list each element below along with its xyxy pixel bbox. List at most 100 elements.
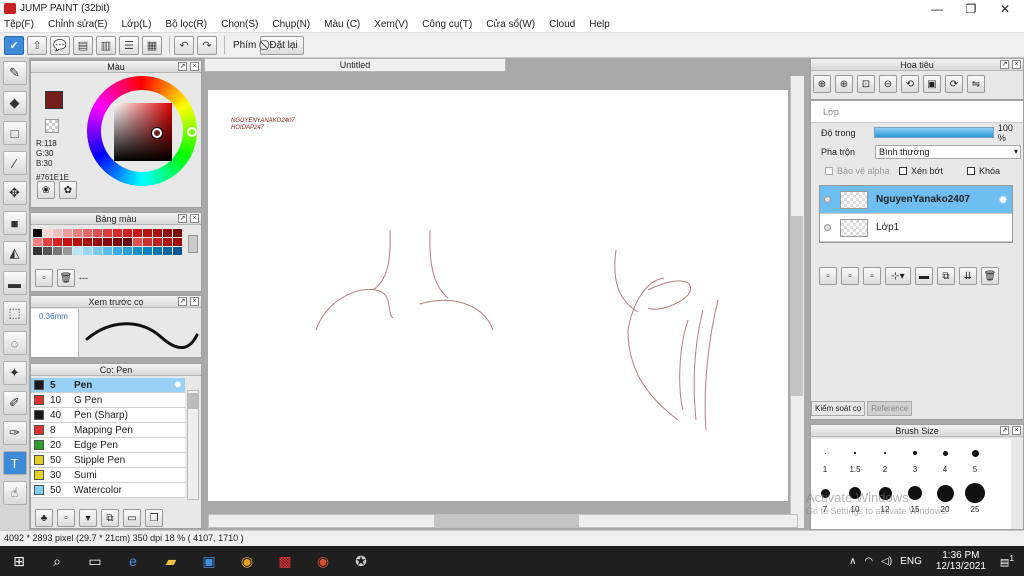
brush-item[interactable]: 5 Pen ✹ (31, 378, 185, 393)
brush-item[interactable]: 30 Sumi (31, 468, 185, 483)
search-icon[interactable]: ⌕ (38, 546, 76, 576)
brush-size-dot[interactable] (942, 450, 948, 456)
menu-capture[interactable]: Chụp(N) (272, 19, 310, 30)
text-tool-icon[interactable]: T (2, 451, 27, 475)
menu-layer[interactable]: Lớp(L) (122, 19, 152, 30)
brush-item[interactable]: 50 Stipple Pen (31, 453, 185, 468)
color-swatch[interactable] (153, 238, 162, 246)
color-swatch[interactable] (43, 247, 52, 255)
brush-size-dot[interactable] (908, 486, 922, 500)
color-swatch[interactable] (103, 247, 112, 255)
color-swatch[interactable] (73, 238, 82, 246)
menu-cloud[interactable]: Cloud (549, 19, 575, 30)
document-tab[interactable]: Untitled (204, 58, 506, 72)
blend-select[interactable]: Bình thường ▾ (875, 144, 1021, 159)
color-swatch[interactable] (63, 229, 72, 237)
color-swatch[interactable] (83, 229, 92, 237)
color-swatch[interactable] (53, 229, 62, 237)
copy-layer-icon[interactable]: ⧉ (937, 267, 955, 285)
chevron-up-icon[interactable]: ∧ (849, 556, 856, 567)
folder-brush-icon[interactable]: ▭ (123, 509, 141, 527)
color-swatch[interactable] (73, 229, 82, 237)
color-swatch[interactable] (83, 238, 92, 246)
reset-view-icon[interactable]: ▣ (923, 75, 941, 93)
close-panel-icon[interactable]: × (190, 297, 199, 306)
restore-button[interactable]: ❐ (954, 0, 988, 17)
color-swatch[interactable] (133, 229, 142, 237)
notification-icon[interactable]: ▤1 (1000, 553, 1014, 568)
copy-brush-icon[interactable]: ⧉ (101, 509, 119, 527)
brush-item[interactable]: 50 Watercolor (31, 483, 185, 498)
menu-view[interactable]: Xem(V) (374, 19, 408, 30)
line-tool-icon[interactable]: ∕ (2, 151, 27, 175)
brush-list-scroll-thumb[interactable] (188, 393, 198, 409)
color-swatch[interactable] (93, 229, 102, 237)
color-swatch[interactable] (173, 229, 182, 237)
protect-alpha-checkbox[interactable] (825, 167, 833, 175)
new-swatch-icon[interactable]: ▫ (35, 269, 53, 287)
color-swatch[interactable] (153, 247, 162, 255)
hue-picker-handle[interactable] (187, 127, 197, 137)
page-icon[interactable]: ▥ (96, 35, 116, 55)
tab-reference[interactable]: Reference (867, 401, 913, 416)
select-pen-tool-icon[interactable]: ✐ (2, 391, 27, 415)
brush-size-dot[interactable] (965, 483, 985, 503)
fill-rect-tool-icon[interactable]: ■ (2, 211, 27, 235)
network-icon[interactable]: ◠ (864, 556, 873, 567)
color-swatch[interactable] (73, 247, 82, 255)
color-swatch[interactable] (173, 238, 182, 246)
brush-size-dot[interactable] (824, 452, 826, 454)
clock[interactable]: 1:36 PM 12/13/2021 (936, 550, 986, 572)
menu-file[interactable]: Tệp(F) (4, 19, 34, 30)
comment-icon[interactable]: 💬 (50, 35, 70, 55)
color-swatch[interactable] (53, 247, 62, 255)
new-halftone-layer-icon[interactable]: ▫ (863, 267, 881, 285)
float-icon[interactable]: ↗ (178, 214, 187, 223)
main-color-swatch[interactable] (45, 91, 63, 109)
color-swatch[interactable] (133, 247, 142, 255)
color-swatch[interactable] (163, 247, 172, 255)
brush-item[interactable]: 10 G Pen (31, 393, 185, 408)
close-panel-icon[interactable]: × (1012, 60, 1021, 69)
select-eraser-tool-icon[interactable]: ✑ (2, 421, 27, 445)
menu-color[interactable]: Màu (C) (324, 19, 360, 30)
close-panel-icon[interactable]: × (190, 214, 199, 223)
brush-item[interactable]: 40 Pen (Sharp) (31, 408, 185, 423)
color-swatch[interactable] (43, 229, 52, 237)
chrome-icon[interactable]: ◉ (228, 546, 266, 576)
message-icon[interactable]: ▤ (73, 35, 93, 55)
grid-icon[interactable]: ▦ (142, 35, 162, 55)
hand-tool-icon[interactable]: ☝ (2, 481, 27, 505)
menu-edit[interactable]: Chỉnh sửa(E) (48, 19, 108, 30)
color-swatch[interactable] (153, 229, 162, 237)
menu-window[interactable]: Cửa sổ(W) (486, 19, 535, 30)
color-swatch[interactable] (53, 238, 62, 246)
brush-size-dot[interactable] (854, 452, 856, 454)
minimize-button[interactable]: — (920, 0, 954, 17)
brush-settings-icon[interactable]: ♣ (35, 509, 53, 527)
delete-layer-icon[interactable]: 🗑 (981, 267, 999, 285)
color-swatch[interactable] (103, 238, 112, 246)
zalo-icon[interactable]: ▣ (190, 546, 228, 576)
file-explorer-icon[interactable]: ▰ (152, 546, 190, 576)
color-swatch[interactable] (93, 247, 102, 255)
new-brush-icon[interactable]: ▫ (57, 509, 75, 527)
float-icon[interactable]: ↗ (178, 62, 187, 71)
layer-add-menu-icon[interactable]: ⊹▾ (885, 267, 911, 285)
canvas-horizontal-scrollbar[interactable] (208, 514, 798, 528)
fit-icon[interactable]: ⊡ (857, 75, 875, 93)
color-swatch[interactable] (103, 229, 112, 237)
redo-icon[interactable]: ↷ (197, 35, 217, 55)
flip-icon[interactable]: ⇋ (967, 75, 985, 93)
eye-icon[interactable] (824, 224, 831, 231)
rotate-right-icon[interactable]: ⟳ (945, 75, 963, 93)
brush-item[interactable]: 8 Mapping Pen (31, 423, 185, 438)
move-tool-icon[interactable]: ✥ (2, 181, 27, 205)
eraser-tool-icon[interactable]: ◆ (2, 91, 27, 115)
brush-size-dot[interactable] (884, 452, 886, 454)
color-swatch[interactable] (123, 229, 132, 237)
sv-picker-handle[interactable] (152, 128, 162, 138)
chrome-profile-icon[interactable]: ◉ (304, 546, 342, 576)
swatch-scrollbar[interactable] (188, 235, 198, 253)
opacity-slider[interactable] (874, 127, 994, 138)
